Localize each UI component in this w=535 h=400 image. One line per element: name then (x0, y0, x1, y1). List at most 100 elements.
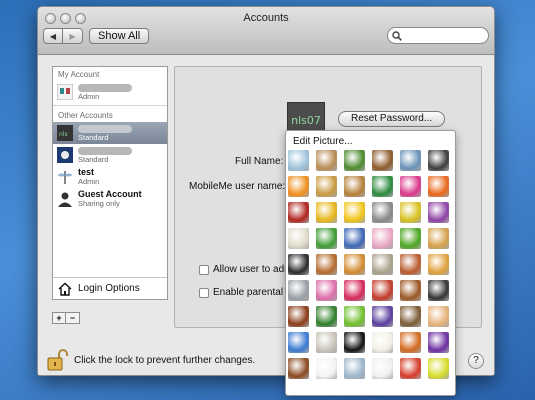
dragonfly-icon (58, 171, 72, 184)
account-item-2[interactable]: Standard (53, 144, 167, 166)
robot-picture[interactable] (288, 280, 309, 301)
starfish-picture[interactable] (344, 254, 365, 275)
red-leaf-picture[interactable] (288, 202, 309, 223)
add-account-button[interactable]: + (52, 312, 66, 324)
abstract-blue-picture[interactable] (344, 228, 365, 249)
title-bar: Accounts ◀ ▶ Show All (38, 7, 494, 55)
lips-picture[interactable] (344, 280, 365, 301)
mobileme-label: MobileMe user name: (189, 181, 286, 192)
8-ball-picture[interactable] (344, 332, 365, 353)
full-name-label: Full Name: (235, 156, 284, 167)
picture-grid (288, 150, 449, 379)
account-role: Sharing only (78, 199, 120, 208)
account-picture: nls (57, 125, 73, 141)
ladybug-picture[interactable] (344, 150, 365, 171)
zebra-picture[interactable] (372, 202, 393, 223)
edit-picture-item[interactable]: Edit Picture... (293, 136, 352, 147)
parental-controls-label: Enable parental c (213, 287, 291, 298)
nest-picture[interactable] (400, 306, 421, 327)
painting-picture[interactable] (400, 254, 421, 275)
show-all-button[interactable]: Show All (89, 28, 150, 44)
flower-purple-picture[interactable] (428, 202, 449, 223)
gingerbread-picture[interactable] (316, 254, 337, 275)
account-name: Guest Account (78, 189, 142, 199)
guitar-picture[interactable] (400, 280, 421, 301)
window-title: Accounts (243, 12, 289, 24)
green-abstract-picture[interactable] (316, 228, 337, 249)
forward-button[interactable]: ▶ (63, 28, 83, 44)
account-item-test[interactable]: test Admin (53, 166, 167, 188)
fortune-cookie-picture[interactable] (428, 228, 449, 249)
lock-icon[interactable] (46, 348, 68, 372)
seashell-picture[interactable] (428, 306, 449, 327)
sand-picture[interactable] (316, 332, 337, 353)
remove-account-button[interactable]: − (66, 312, 80, 324)
picture-menu: Edit Picture... (285, 130, 456, 396)
account-item-guest[interactable]: Guest Account Sharing only (53, 188, 167, 210)
target-picture[interactable] (400, 358, 421, 379)
cat-picture[interactable] (316, 150, 337, 171)
zen-picture[interactable] (372, 254, 393, 275)
dog-picture[interactable] (372, 150, 393, 171)
allow-admin-label: Allow user to adm (213, 264, 293, 275)
my-account-header: My Account (58, 70, 100, 79)
accounts-list: My Account Admin Other Accounts nls Stan (52, 66, 168, 300)
nav-segment: ◀ ▶ (43, 28, 83, 44)
nature-pink-picture[interactable] (316, 280, 337, 301)
lightning-picture[interactable] (372, 306, 393, 327)
cupcake-picture[interactable] (372, 228, 393, 249)
violin-picture[interactable] (288, 306, 309, 327)
flower-yellow-picture[interactable] (344, 202, 365, 223)
golf-picture[interactable] (316, 358, 337, 379)
sunflower-picture[interactable] (316, 202, 337, 223)
goldfish-picture[interactable] (288, 176, 309, 197)
drum-picture[interactable] (372, 280, 393, 301)
baseball-picture[interactable] (372, 332, 393, 353)
account-picture (57, 147, 73, 163)
divider (53, 105, 167, 106)
football-picture[interactable] (288, 358, 309, 379)
account-role: Standard (78, 132, 109, 142)
parrot-picture[interactable] (372, 176, 393, 197)
help-button[interactable]: ? (468, 353, 484, 369)
lion-picture[interactable] (344, 176, 365, 197)
account-picture (57, 84, 73, 100)
bowling-picture[interactable] (428, 332, 449, 353)
green-leaf-picture[interactable] (400, 228, 421, 249)
gearshift-picture[interactable] (288, 254, 309, 275)
flower-pink-picture[interactable] (400, 176, 421, 197)
account-item-my[interactable]: Admin (53, 81, 167, 103)
green-spikes-picture[interactable] (316, 306, 337, 327)
lock-message: Click the lock to prevent further change… (74, 355, 256, 366)
account-name-redacted (78, 146, 132, 155)
leaf-green-picture[interactable] (344, 306, 365, 327)
dragonfly-blue-picture[interactable] (400, 150, 421, 171)
account-name-redacted (78, 83, 132, 92)
user-picture-text: nls07 (291, 113, 321, 127)
allow-admin-checkbox[interactable]: Allow user to adm (199, 264, 292, 275)
leopard-picture[interactable] (316, 176, 337, 197)
tennis-picture[interactable] (428, 358, 449, 379)
account-role: Standard (78, 154, 109, 164)
login-options-item[interactable]: Login Options (53, 277, 167, 299)
hockey-picture[interactable] (344, 358, 365, 379)
piano-picture[interactable] (428, 280, 449, 301)
caduceus-picture[interactable] (288, 228, 309, 249)
daisy-yellow-picture[interactable] (400, 202, 421, 223)
snowflake-picture[interactable] (288, 332, 309, 353)
basketball-picture[interactable] (400, 332, 421, 353)
reset-password-button[interactable]: Reset Password... (338, 111, 446, 127)
soccer-picture[interactable] (372, 358, 393, 379)
dragonfly-picture[interactable] (288, 150, 309, 171)
back-button[interactable]: ◀ (43, 28, 63, 44)
search-field[interactable] (387, 27, 489, 44)
pizza-picture[interactable] (428, 254, 449, 275)
eagle-picture[interactable] (428, 150, 449, 171)
gerbera-picture[interactable] (428, 176, 449, 197)
account-name-redacted (78, 124, 132, 133)
account-item-1[interactable]: nls Standard (53, 122, 167, 144)
account-role: Admin (78, 91, 100, 101)
account-name: test (78, 167, 95, 177)
parental-controls-checkbox[interactable]: Enable parental c (199, 287, 291, 298)
login-options-label: Login Options (78, 283, 140, 294)
